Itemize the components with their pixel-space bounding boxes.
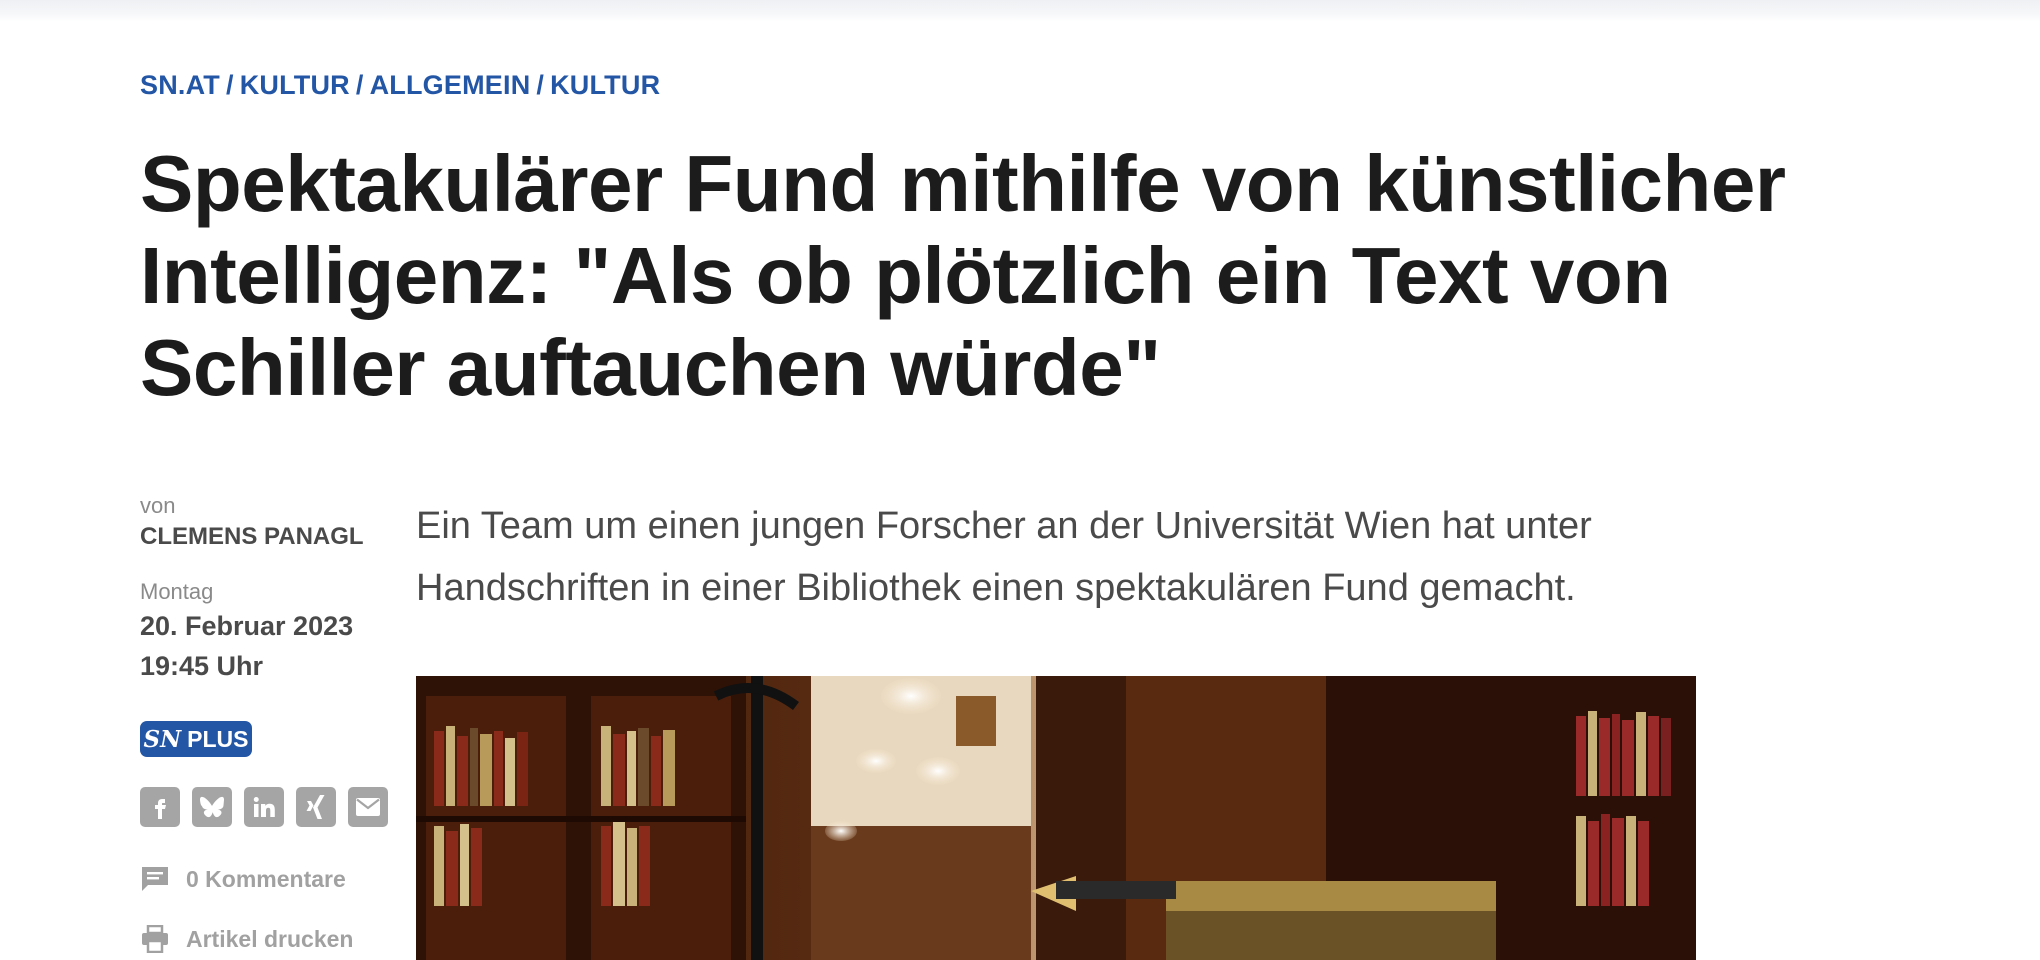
linkedin-icon[interactable] — [244, 787, 284, 827]
printer-icon — [140, 924, 170, 954]
publish-date: 20. Februar 2023 — [140, 611, 354, 641]
comments-label: 0 Kommentare — [186, 865, 346, 892]
article-lead: Ein Team um einen jungen Forscher an der… — [416, 505, 1592, 609]
breadcrumb-item-kultur-2[interactable]: KULTUR — [550, 70, 660, 101]
sn-plus-badge: SN PLUS — [140, 721, 252, 757]
comments-link[interactable]: 0 Kommentare — [140, 864, 346, 894]
publish-time: 19:45 Uhr — [140, 651, 264, 681]
breadcrumb-separator: / — [355, 70, 364, 100]
author-name[interactable]: CLEMENS PANAGL — [140, 520, 400, 554]
sn-logo-icon: SN — [143, 725, 182, 753]
article-hero-image[interactable] — [416, 676, 1696, 960]
breadcrumb-separator: / — [536, 70, 545, 100]
facebook-icon[interactable] — [140, 787, 180, 827]
share-bar — [140, 787, 388, 827]
article-meta: von CLEMENS PANAGL Montag 20. Februar 20… — [140, 492, 400, 686]
xing-icon[interactable] — [296, 787, 336, 827]
bluesky-icon[interactable] — [192, 787, 232, 827]
plus-label: PLUS — [187, 725, 249, 752]
article-headline: Spektakulärer Fund mithilfe von künstlic… — [140, 139, 1786, 412]
publish-weekday: Montag — [140, 579, 214, 604]
author-label: von — [140, 493, 176, 518]
header-shadow — [0, 0, 2040, 22]
email-icon[interactable] — [348, 787, 388, 827]
comment-icon — [140, 864, 170, 894]
library-photo — [416, 676, 1696, 960]
breadcrumb: SN.AT / KULTUR / ALLGEMEIN / KULTUR — [140, 70, 660, 101]
breadcrumb-item-sn-at[interactable]: SN.AT — [140, 70, 220, 101]
print-label: Artikel drucken — [186, 925, 354, 952]
breadcrumb-item-kultur[interactable]: KULTUR — [240, 70, 350, 101]
print-article-link[interactable]: Artikel drucken — [140, 924, 353, 954]
breadcrumb-separator: / — [226, 70, 234, 100]
breadcrumb-item-allgemein[interactable]: ALLGEMEIN — [370, 70, 531, 101]
